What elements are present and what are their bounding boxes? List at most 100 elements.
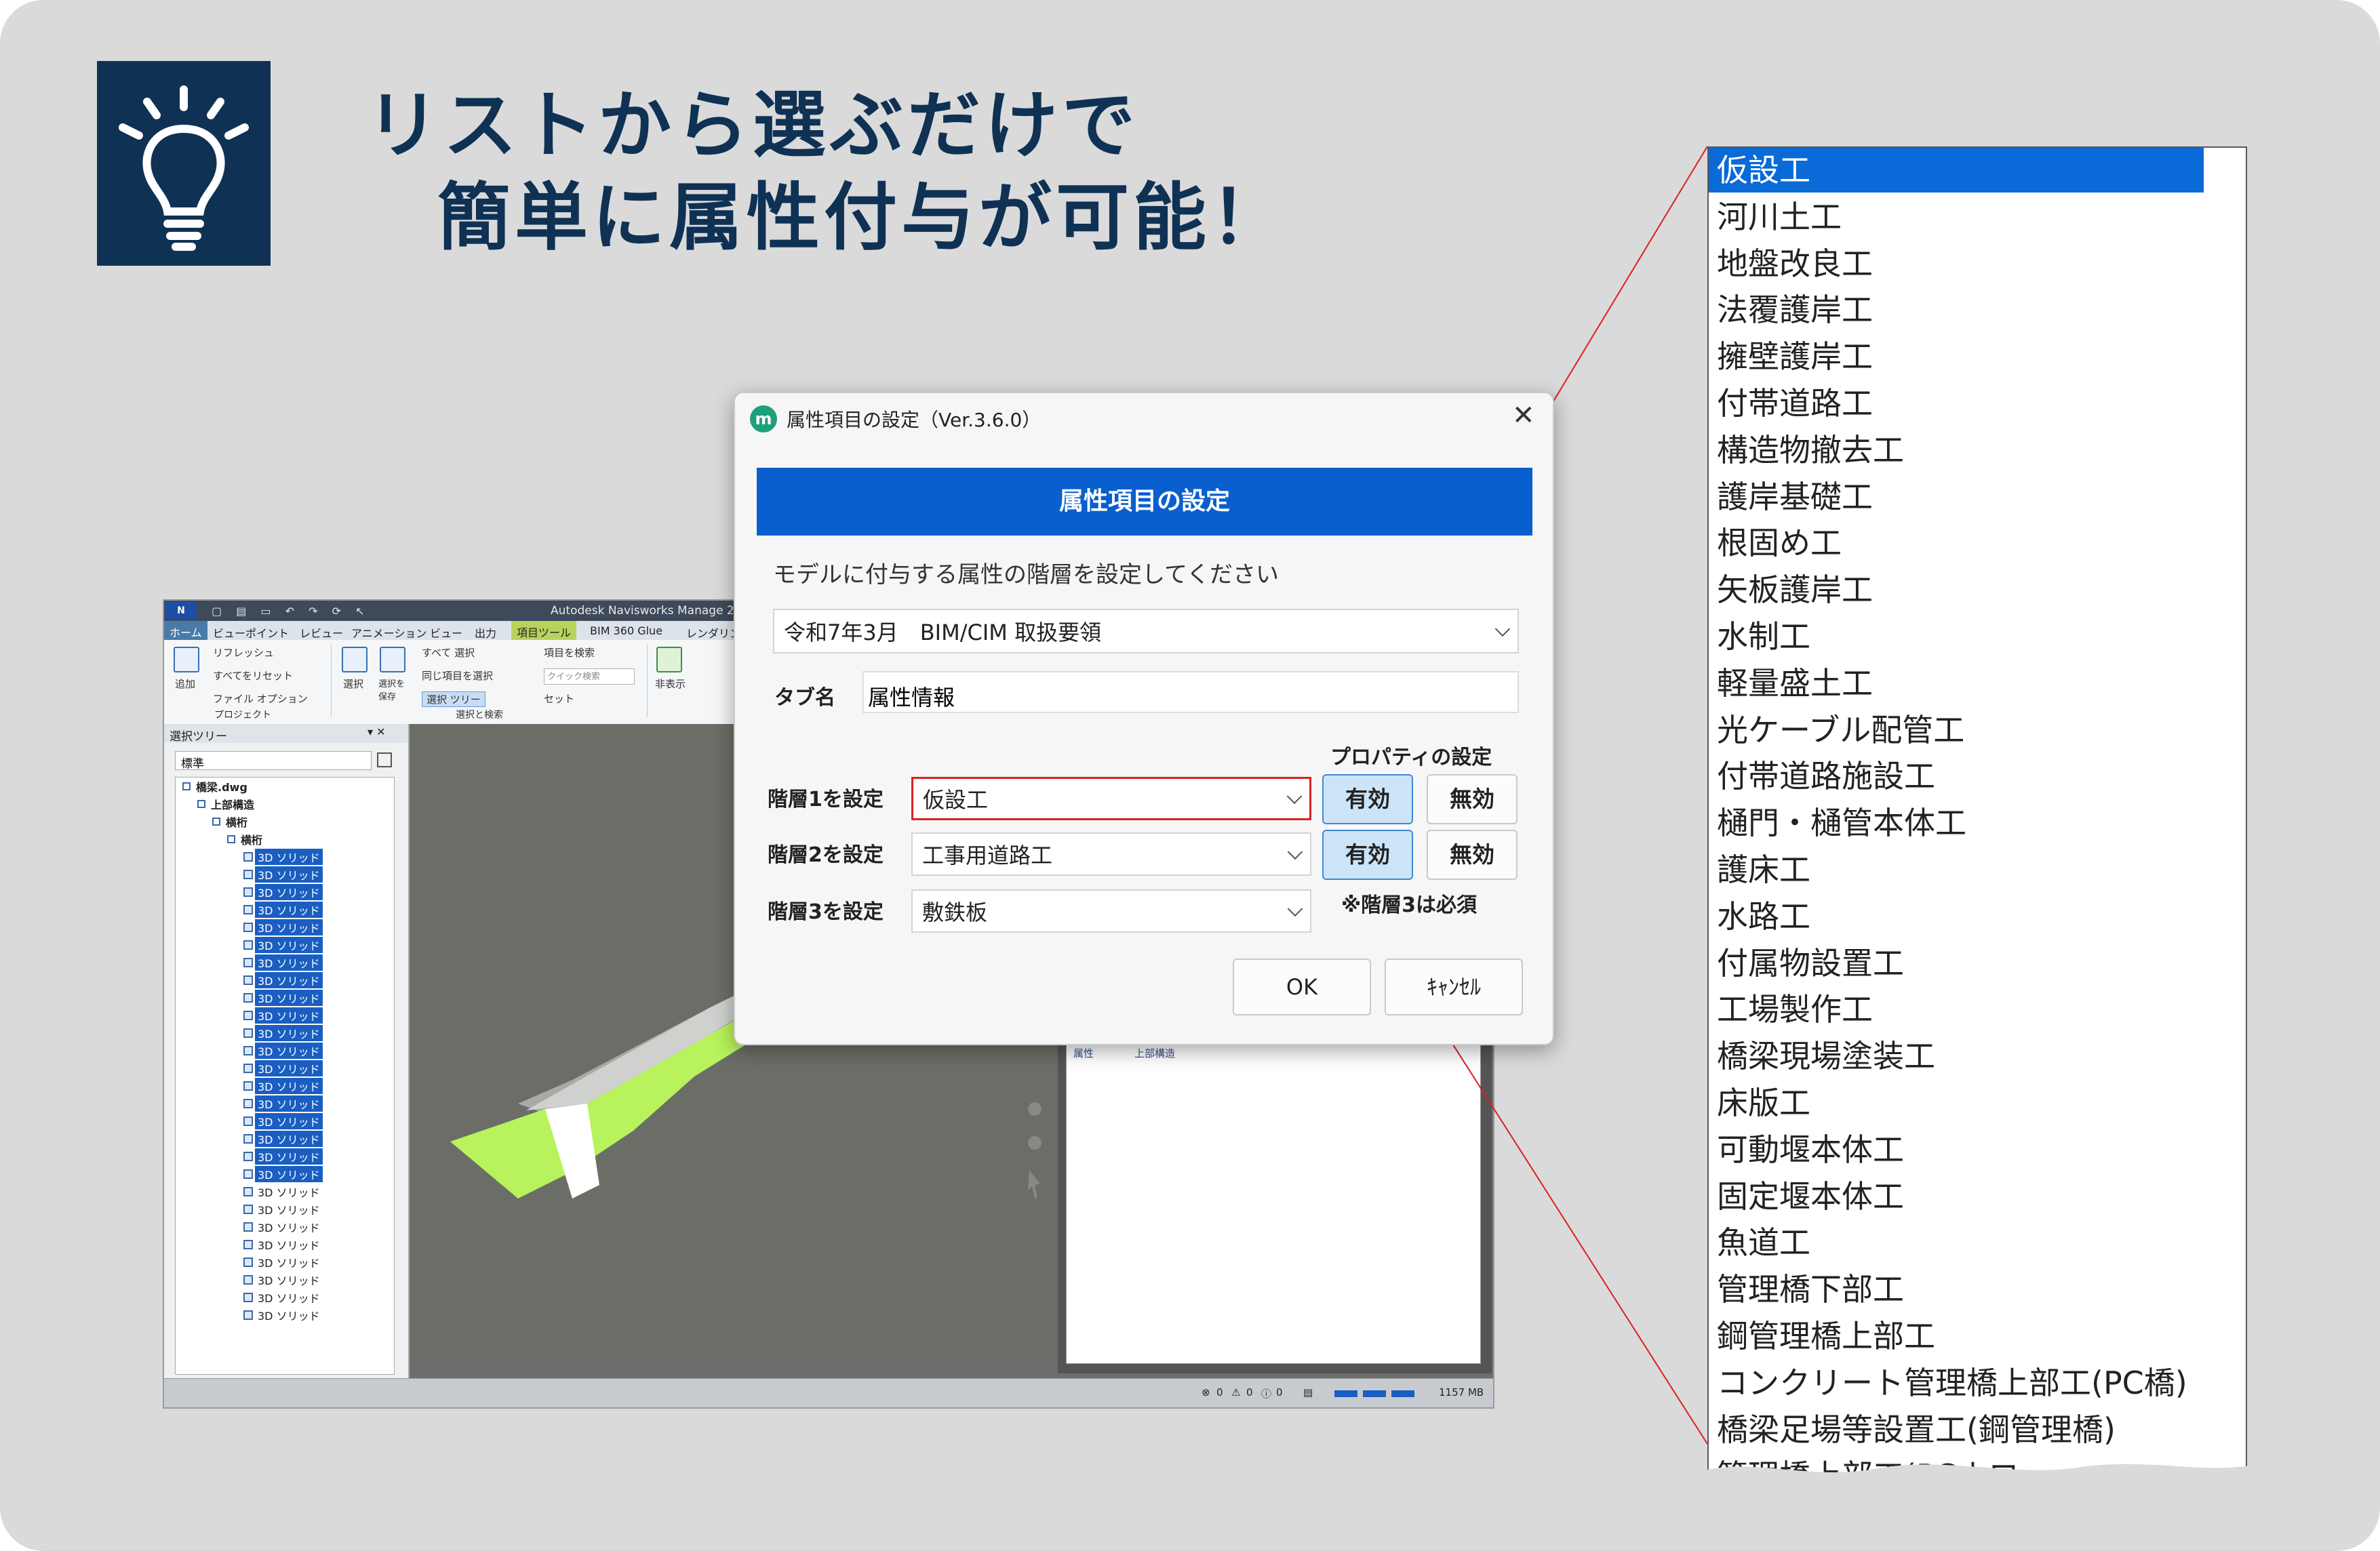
tree-node[interactable]: 横桁 [212,813,250,830]
list-item[interactable]: 河川土工 [1709,195,2204,239]
list-item[interactable]: 付帯道路施設工 [1709,754,2204,799]
tree-node-solid[interactable]: 3D ソリッド [243,936,323,954]
save-selection-icon[interactable] [380,647,405,672]
tree-node-solid[interactable]: 3D ソリッド [243,1253,323,1271]
select-same-button[interactable]: 同じ項目を選択 [422,668,493,683]
list-item[interactable]: 仮設工 [1709,148,2204,193]
list-item[interactable]: 構造物撤去工 [1709,428,2204,472]
quick-find-input[interactable]: クイック検索 [544,668,635,685]
save-selection-button[interactable]: 選択を保存 [378,677,405,702]
tree-node-solid[interactable]: 3D ソリッド [243,1077,323,1095]
tree-node-solid[interactable]: 3D ソリッド [243,1306,323,1324]
sets-button[interactable]: セット [544,691,574,706]
selection-tree-button[interactable]: 選択 ツリー [422,691,485,707]
tree-node-solid[interactable]: 3D ソリッド [243,866,323,883]
close-icon[interactable]: ✕ [1512,400,1535,431]
list-item[interactable]: コンクリート管理橋上部工(PC橋) [1709,1361,2204,1405]
list-item[interactable]: 護岸基礎工 [1709,475,2204,519]
tree-node-solid[interactable]: 3D ソリッド [243,1024,323,1042]
refresh-button[interactable]: リフレッシュ [213,645,274,660]
tab-viewpoint[interactable]: ビューポイント [213,624,289,641]
tree-node-solid[interactable]: 3D ソリッド [243,1236,323,1253]
list-item[interactable]: 可動堰本体工 [1709,1127,2204,1172]
tab-item-tools[interactable]: 項目ツール [511,621,577,640]
tree-mode-select[interactable]: 標準 [175,751,372,771]
tree-node-solid[interactable]: 3D ソリッド [243,971,323,989]
tree-node-solid[interactable]: 3D ソリッド [243,1060,323,1077]
list-item[interactable]: 鋼管理橋上部工 [1709,1314,2204,1358]
tab-home[interactable]: ホーム [164,621,207,640]
status-error-icon[interactable]: ⊗ [1202,1386,1210,1398]
level-3-select[interactable]: 敷鉄板 [911,889,1311,933]
tree-node[interactable]: 横桁 [227,830,265,848]
quick-access-icons[interactable]: ▢ ▤ ▭ ↶ ↷ ⟳ ↖ [212,605,370,618]
tree-node-solid[interactable]: 3D ソリッド [243,1183,323,1201]
tree-node-solid[interactable]: 3D ソリッド [243,1112,323,1130]
append-button[interactable]: 追加 [175,677,195,691]
project-group-label[interactable]: プロジェクト [214,708,271,721]
pane-close-icon[interactable]: ▾ ✕ [368,725,386,738]
tab-bim360[interactable]: BIM 360 Glue [590,624,662,637]
list-item[interactable]: 樋門・樋管本体工 [1709,801,2204,845]
list-item[interactable]: 矢板護岸工 [1709,567,2204,612]
tree-node-solid[interactable]: 3D ソリッド [243,1042,323,1060]
expand-icon[interactable] [182,782,191,790]
tree-node-solid[interactable]: 3D ソリッド [243,1095,323,1112]
level-2-disable-button[interactable]: 無効 [1427,830,1518,880]
list-item[interactable]: 根固め工 [1709,521,2204,565]
cancel-button[interactable]: ｷｬﾝｾﾙ [1385,959,1523,1015]
list-item[interactable]: 水路工 [1709,894,2204,939]
select-all-button[interactable]: すべて 選択 [422,645,475,660]
nav-tools-icon[interactable] [1023,1089,1047,1211]
level-1-enable-button[interactable]: 有効 [1322,774,1413,824]
tree-node-solid[interactable]: 3D ソリッド [243,1165,323,1183]
tree-node-solid[interactable]: 3D ソリッド [243,1201,323,1218]
file-options-button[interactable]: ファイル オプション [213,691,308,706]
list-item[interactable]: 光ケーブル配管工 [1709,708,2204,752]
status-sheet-icon[interactable]: ▤ [1303,1386,1313,1398]
level-1-disable-button[interactable]: 無効 [1427,774,1518,824]
find-items-button[interactable]: 項目を検索 [544,645,595,660]
tree-node-solid[interactable]: 3D ソリッド [243,1148,323,1165]
app-logo[interactable]: N MAN [165,602,197,634]
tab-output[interactable]: 出力 [475,624,496,641]
list-item[interactable]: 魚道工 [1709,1220,2204,1265]
reset-all-button[interactable]: すべてをリセット [213,668,293,683]
hide-icon[interactable] [656,647,682,672]
select-button[interactable]: 選択 [343,677,363,691]
tree-options-icon[interactable] [377,752,392,767]
ok-button[interactable]: OK [1233,959,1371,1015]
expand-icon[interactable] [212,818,220,826]
tree-node-solid[interactable]: 3D ソリッド [243,954,323,971]
level-2-select[interactable]: 工事用道路工 [911,832,1311,876]
select-search-group-label[interactable]: 選択と検索 [456,708,503,721]
list-item[interactable]: 護床工 [1709,847,2204,892]
tab-review[interactable]: レビュー [300,624,343,641]
tab-animation[interactable]: アニメーション [351,624,427,641]
tree-node-solid[interactable]: 3D ソリッド [243,1130,323,1148]
status-info-icon[interactable]: ⓘ [1261,1386,1271,1401]
list-item[interactable]: 法覆護岸工 [1709,287,2204,332]
hide-button[interactable]: 非表示 [655,677,686,691]
tab-name-input[interactable]: 属性情報 [862,671,1519,713]
expand-icon[interactable] [197,800,205,808]
list-item[interactable]: 床版工 [1709,1081,2204,1125]
expand-icon[interactable] [227,835,235,843]
list-item[interactable]: 付属物設置工 [1709,941,2204,986]
tree-node-solid[interactable]: 3D ソリッド [243,1271,323,1289]
select-icon[interactable] [342,647,368,672]
tree-node-solid[interactable]: 3D ソリッド [243,848,323,866]
list-item[interactable]: 軽量盛土工 [1709,661,2204,706]
list-item[interactable]: 固定堰本体工 [1709,1174,2204,1219]
list-item[interactable]: 橋梁現場塗装工 [1709,1034,2204,1079]
level-1-select[interactable]: 仮設工 [911,777,1311,820]
standard-select[interactable]: 令和7年3月 BIM/CIM 取扱要領 [773,609,1519,653]
tree-node-solid[interactable]: 3D ソリッド [243,1007,323,1024]
navigation-bar[interactable] [1023,1089,1047,1211]
tree-node-solid[interactable]: 3D ソリッド [243,901,323,919]
append-icon[interactable] [174,647,199,672]
tree-node-solid[interactable]: 3D ソリッド [243,1218,323,1236]
tree-node[interactable]: 上部構造 [197,795,257,813]
tree-node-solid[interactable]: 3D ソリッド [243,883,323,901]
tab-view[interactable]: ビュー [430,624,462,641]
